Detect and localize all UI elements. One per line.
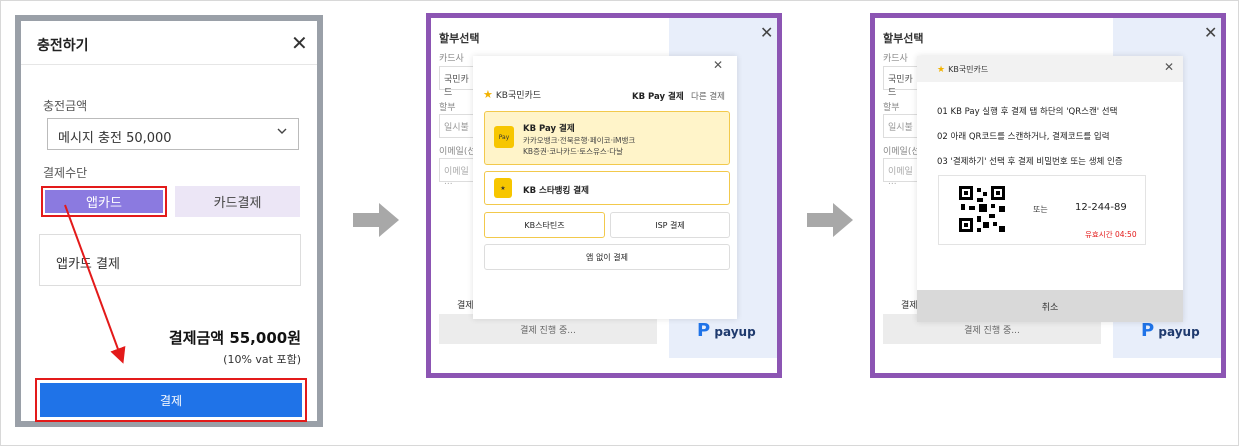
option-kbpay-title: KB Pay 결제 <box>523 124 575 134</box>
kb-star-icon: ★ <box>483 88 493 101</box>
close-icon[interactable]: ✕ <box>713 58 723 72</box>
installment-title: 할부선택 <box>883 32 924 45</box>
kb-logo: ★ KB국민카드 <box>483 88 541 101</box>
installment-label: 할부 <box>439 103 456 113</box>
close-icon[interactable]: ✕ <box>1164 60 1174 74</box>
cancel-button[interactable]: 취소 <box>917 290 1183 322</box>
option-kbpay-sub1: 카카오뱅크·전북은행·페이코·iM뱅크 <box>523 136 636 145</box>
kb-star-icon: ★ <box>937 64 946 75</box>
valid-timer: 유효시간 04:50 <box>1085 230 1137 239</box>
next-arrow-icon <box>353 203 399 237</box>
starbanking-icon: ★ <box>494 178 512 198</box>
step-2: 02 아래 QR코드를 스캔하거나, 결제코드를 입력 <box>937 132 1110 142</box>
option-kbpay[interactable]: Pay KB Pay 결제 카카오뱅크·전북은행·페이코·iM뱅크 KB증권·코… <box>484 111 730 165</box>
close-icon[interactable]: ✕ <box>1204 23 1217 42</box>
submit-label: 결제 <box>457 301 474 311</box>
tab-other-payment[interactable]: 다른 결제 <box>691 90 725 102</box>
kb-logo: ★ KB국민카드 <box>937 64 988 75</box>
payup-logo: 𝗣 payup <box>697 320 756 341</box>
installment-title: 할부선택 <box>439 32 480 45</box>
close-icon[interactable]: ✕ <box>760 23 773 42</box>
kbpay-screen: 할부선택 ✕ 카드사 국민카드 할부 일시불 이메일(선택 이메일 ... 결제… <box>426 13 782 378</box>
or-label: 또는 <box>1033 205 1048 214</box>
kb-payment-popup: ✕ ★ KB국민카드 KB Pay 결제 다른 결제 Pay KB Pay 결제… <box>473 56 737 319</box>
payment-code: 12-244-89 <box>1075 202 1127 213</box>
payup-logo-text: payup <box>714 325 756 339</box>
kb-qr-popup: ★ KB국민카드 ✕ 01 KB Pay 실행 후 결제 탭 하단의 'QR스캔… <box>917 56 1183 322</box>
kb-logo-text: KB국민카드 <box>495 91 542 101</box>
option-isp[interactable]: ISP 결제 <box>610 212 730 238</box>
next-arrow-icon <box>807 203 853 237</box>
installment-label: 할부 <box>883 103 900 113</box>
option-kbstarteens[interactable]: KB스타틴즈 <box>484 212 605 238</box>
annotation-arrow <box>64 204 126 364</box>
card-company-label: 카드사 <box>439 54 464 64</box>
option-starbanking[interactable]: ★ KB 스타뱅킹 결제 <box>484 171 730 205</box>
qr-code-box: 또는 12-244-89 유효시간 04:50 <box>938 175 1146 245</box>
qr-screen: 할부선택 ✕ 카드사 국민카드 할부 일시불 이메일(선택 이메일 ... 결제… <box>870 13 1226 378</box>
tab-kbpay[interactable]: KB Pay 결제 <box>632 90 684 102</box>
card-company-label: 카드사 <box>883 54 908 64</box>
kbpay-icon: Pay <box>494 126 514 148</box>
submit-label: 결제 <box>901 301 918 311</box>
option-starbanking-title: KB 스타뱅킹 결제 <box>523 186 589 196</box>
step-3: 03 '결제하기' 선택 후 결제 비밀번호 또는 생체 인증 <box>937 157 1123 167</box>
step-1: 01 KB Pay 실행 후 결제 탭 하단의 'QR스캔' 선택 <box>937 107 1118 117</box>
option-no-app[interactable]: 앱 없이 결제 <box>484 244 730 270</box>
kb-logo-text: KB국민카드 <box>948 65 989 74</box>
payup-logo-text: payup <box>1158 325 1200 339</box>
payup-logo: 𝗣 payup <box>1141 320 1200 341</box>
option-kbpay-sub2: KB증권·코나카드·토스유스·다날 <box>523 147 624 156</box>
qr-code-icon <box>959 186 1005 232</box>
